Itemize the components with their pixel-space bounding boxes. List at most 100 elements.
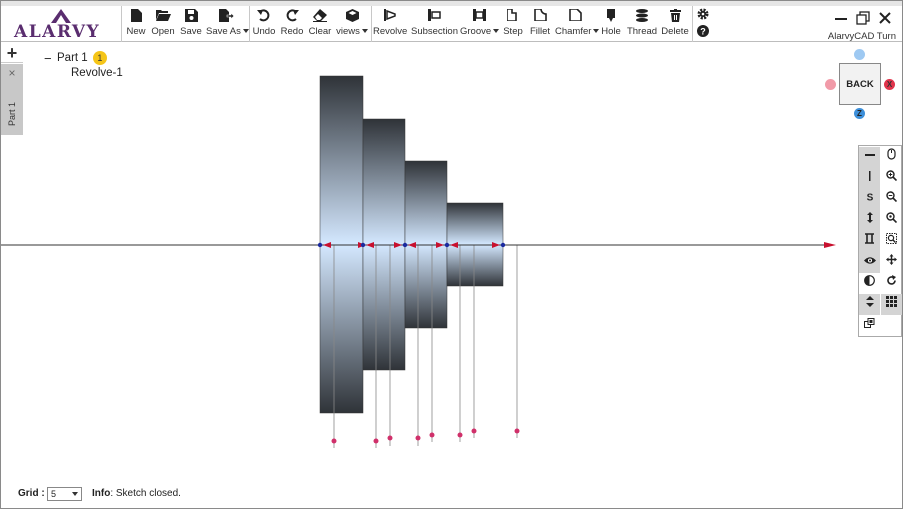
save-button[interactable]: Save (179, 9, 203, 39)
collapse-toggle[interactable]: − (44, 51, 52, 66)
save-label: Save (180, 26, 202, 37)
svg-text:?: ? (700, 27, 706, 37)
toolbar: ALARVY New Open Save Save As Undo Redo C… (1, 6, 902, 42)
trash-icon (661, 9, 689, 24)
part-badge: 1 (92, 51, 107, 65)
grid-select[interactable]: 5 (47, 487, 82, 501)
up-down-icon (865, 296, 874, 307)
toolbar-separator (371, 6, 372, 42)
hole-icon (600, 9, 622, 24)
logo-mark-icon (51, 9, 71, 23)
hole-label: Hole (601, 26, 621, 37)
tree-root-label: Part 1 (57, 52, 88, 65)
close-tab-button[interactable]: × (1, 66, 23, 80)
open-label: Open (151, 26, 175, 37)
restore-button[interactable] (856, 11, 872, 27)
x-negative-handle[interactable] (825, 79, 836, 90)
fillet-label: Fillet (529, 26, 551, 37)
thread-label: Thread (626, 26, 658, 37)
zoom-window-icon (886, 212, 898, 224)
zoom-window-tool[interactable] (881, 210, 902, 231)
fillet-button[interactable]: Fillet (528, 9, 552, 39)
z-axis-handle[interactable]: Z (854, 108, 865, 119)
spline-icon: S (866, 193, 873, 204)
delete-label: Delete (661, 26, 689, 37)
zoom-in-tool[interactable] (881, 168, 902, 189)
gear-icon (695, 8, 711, 23)
x-axis-handle[interactable]: X (884, 79, 895, 90)
settings-button[interactable] (695, 8, 711, 22)
revolve-button[interactable]: Revolve (373, 9, 407, 39)
thread-button[interactable]: Thread (626, 9, 658, 39)
save-icon (179, 9, 203, 24)
save-as-label: Save As (206, 26, 249, 37)
pan-tool[interactable] (881, 252, 902, 273)
groove-label: Groove (460, 26, 500, 37)
rotate-tool[interactable] (881, 273, 902, 294)
contrast-tool[interactable] (859, 273, 880, 294)
visibility-tool[interactable] (859, 252, 880, 273)
views-text: views (336, 26, 360, 37)
delete-button[interactable]: Delete (661, 9, 689, 39)
undo-button[interactable]: Undo (252, 9, 276, 39)
minimize-button[interactable] (834, 11, 850, 27)
views-button[interactable]: views (336, 9, 368, 39)
horizontal-line-tool[interactable] (859, 147, 880, 168)
save-as-text: Save As (206, 26, 241, 37)
chevron-down-icon (72, 492, 78, 496)
hole-button[interactable]: Hole (600, 9, 622, 39)
tab-part-1-label: Part 1 (7, 102, 17, 127)
cube-icon (336, 9, 368, 24)
info-label: Info (92, 488, 111, 499)
tree-root-part[interactable]: Part 1 1 (57, 51, 107, 65)
zoom-out-tool[interactable] (881, 189, 902, 210)
chevron-down-icon (593, 29, 600, 34)
eye-icon (863, 257, 876, 264)
view-cube-face[interactable]: BACK (839, 63, 881, 105)
view-cube[interactable]: BACK X Z (820, 48, 900, 120)
zoom-fit-tool[interactable] (881, 231, 902, 252)
help-icon: ? (695, 25, 711, 40)
export-tool[interactable] (859, 315, 880, 336)
step-label: Step (503, 26, 523, 37)
subsection-button[interactable]: Subsection (411, 9, 458, 39)
right-toolbar: S (858, 145, 902, 337)
chamfer-icon (555, 9, 595, 24)
logo-text: ALARVY (14, 22, 101, 42)
grid-tool[interactable] (881, 294, 902, 315)
mouse-tool[interactable] (881, 147, 902, 168)
restore-icon (856, 11, 870, 25)
views-label: views (336, 26, 368, 37)
save-as-button[interactable]: Save As (206, 9, 249, 39)
dimension-tool[interactable] (859, 231, 880, 252)
close-button[interactable] (878, 11, 894, 27)
help-button[interactable]: ? (695, 25, 711, 39)
thread-icon (626, 9, 658, 24)
open-button[interactable]: Open (150, 9, 176, 39)
spline-tool[interactable]: S (859, 189, 880, 210)
undo-icon (252, 9, 276, 24)
step-button[interactable]: Step (501, 9, 525, 39)
chamfer-text: Chamfer (555, 26, 592, 37)
step-icon (501, 9, 525, 24)
redo-button[interactable]: Redo (280, 9, 304, 39)
chevron-down-icon (493, 29, 500, 34)
tree-item-revolve-1[interactable]: Revolve-1 (71, 67, 123, 79)
vertical-dimension-tool[interactable] (859, 210, 880, 231)
add-part-button[interactable]: + (1, 43, 23, 63)
up-down-tool[interactable] (859, 294, 880, 315)
new-button[interactable]: New (125, 9, 147, 39)
horizontal-line-icon (864, 154, 875, 156)
vertical-line-tool[interactable] (859, 168, 880, 189)
z-negative-handle[interactable] (854, 49, 865, 60)
grid-label: Grid : (18, 488, 45, 499)
tab-part-1[interactable]: × Part 1 (1, 64, 23, 135)
chamfer-button[interactable]: Chamfer (555, 9, 600, 39)
info-status: Info: Sketch closed. (92, 488, 181, 499)
chevron-down-icon (361, 29, 368, 34)
redo-icon (280, 9, 304, 24)
groove-button[interactable]: Groove (460, 9, 500, 39)
clear-button[interactable]: Clear (308, 9, 332, 39)
zoom-in-icon (886, 170, 898, 182)
vertical-line-icon (868, 171, 870, 181)
